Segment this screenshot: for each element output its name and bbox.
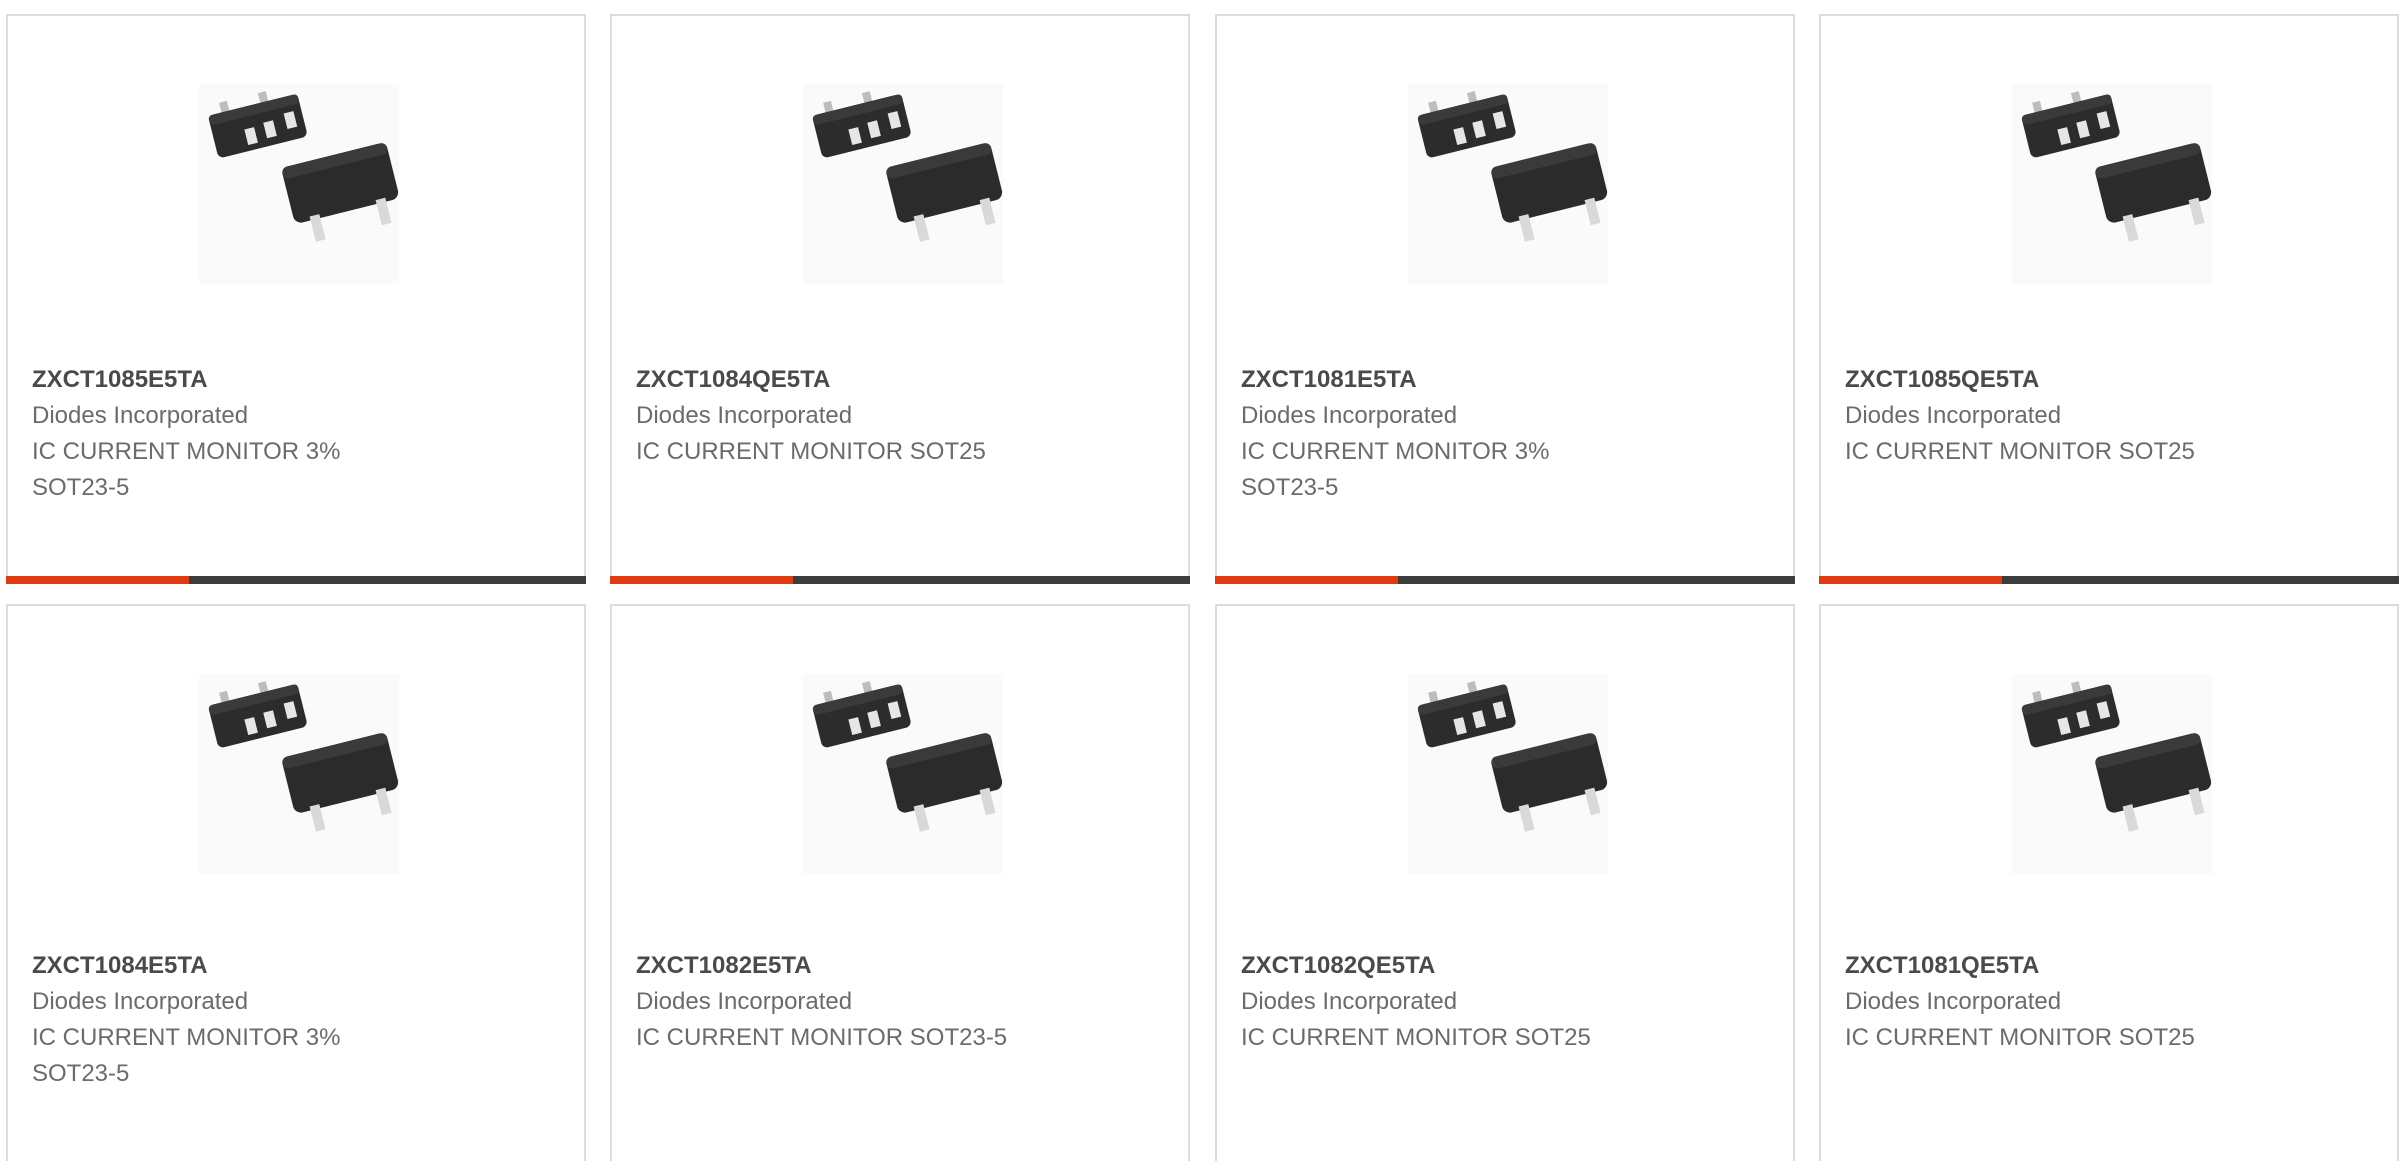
sot23-5-package-icon (803, 84, 1003, 284)
product-card[interactable]: ZXCT1085QE5TA Diodes Incorporated IC CUR… (1819, 14, 2399, 584)
sot23-5-package-icon (199, 84, 399, 284)
manufacturer: Diodes Incorporated (1241, 988, 1458, 1015)
description: IC CURRENT MONITOR SOT25 (1241, 1024, 1591, 1051)
product-card[interactable]: ZXCT1084E5TA Diodes Incorporated IC CURR… (6, 604, 586, 1161)
card-accent-bar (1819, 576, 2002, 584)
manufacturer: Diodes Incorporated (32, 402, 249, 429)
product-grid: ZXCT1085E5TA Diodes Incorporated IC CURR… (0, 0, 2400, 1161)
description: IC CURRENT MONITOR SOT23-5 (636, 1024, 1008, 1051)
part-number[interactable]: ZXCT1085E5TA (32, 362, 432, 398)
card-bottom-bar (610, 576, 1190, 584)
product-card[interactable]: ZXCT1081QE5TA Diodes Incorporated IC CUR… (1819, 604, 2399, 1161)
part-number[interactable]: ZXCT1084E5TA (32, 948, 432, 984)
manufacturer: Diodes Incorporated (32, 988, 249, 1015)
description: IC CURRENT MONITOR SOT25 (1845, 1024, 2195, 1051)
part-number[interactable]: ZXCT1084QE5TA (636, 362, 1036, 398)
part-number[interactable]: ZXCT1082QE5TA (1241, 948, 1641, 984)
description: IC CURRENT MONITOR 3% SOT23-5 (32, 438, 341, 501)
product-image[interactable] (199, 674, 399, 874)
part-number[interactable]: ZXCT1085QE5TA (1845, 362, 2245, 398)
sot23-5-package-icon (1408, 84, 1608, 284)
part-number[interactable]: ZXCT1081QE5TA (1845, 948, 2245, 984)
card-bottom-bar (1215, 576, 1795, 584)
sot23-5-package-icon (199, 674, 399, 874)
description: IC CURRENT MONITOR SOT25 (636, 438, 986, 465)
product-image[interactable] (2012, 84, 2212, 284)
product-image[interactable] (803, 674, 1003, 874)
part-number[interactable]: ZXCT1082E5TA (636, 948, 1036, 984)
product-image[interactable] (1408, 674, 1608, 874)
sot23-5-package-icon (1408, 674, 1608, 874)
product-image[interactable] (199, 84, 399, 284)
description: IC CURRENT MONITOR SOT25 (1845, 438, 2195, 465)
sot23-5-package-icon (2012, 674, 2212, 874)
product-card[interactable]: ZXCT1085E5TA Diodes Incorporated IC CURR… (6, 14, 586, 584)
card-accent-bar (6, 576, 189, 584)
manufacturer: Diodes Incorporated (1845, 402, 2062, 429)
manufacturer: Diodes Incorporated (636, 988, 853, 1015)
product-card[interactable]: ZXCT1082E5TA Diodes Incorporated IC CURR… (610, 604, 1190, 1161)
product-card[interactable]: ZXCT1082QE5TA Diodes Incorporated IC CUR… (1215, 604, 1795, 1161)
card-bottom-bar (6, 576, 586, 584)
part-number[interactable]: ZXCT1081E5TA (1241, 362, 1641, 398)
manufacturer: Diodes Incorporated (1845, 988, 2062, 1015)
description: IC CURRENT MONITOR 3% SOT23-5 (32, 1024, 341, 1087)
card-accent-bar (1215, 576, 1398, 584)
product-image[interactable] (803, 84, 1003, 284)
sot23-5-package-icon (803, 674, 1003, 874)
sot23-5-package-icon (2012, 84, 2212, 284)
manufacturer: Diodes Incorporated (636, 402, 853, 429)
manufacturer: Diodes Incorporated (1241, 402, 1458, 429)
product-image[interactable] (2012, 674, 2212, 874)
product-card[interactable]: ZXCT1084QE5TA Diodes Incorporated IC CUR… (610, 14, 1190, 584)
product-image[interactable] (1408, 84, 1608, 284)
product-card[interactable]: ZXCT1081E5TA Diodes Incorporated IC CURR… (1215, 14, 1795, 584)
card-bottom-bar (1819, 576, 2399, 584)
card-accent-bar (610, 576, 793, 584)
description: IC CURRENT MONITOR 3% SOT23-5 (1241, 438, 1550, 501)
